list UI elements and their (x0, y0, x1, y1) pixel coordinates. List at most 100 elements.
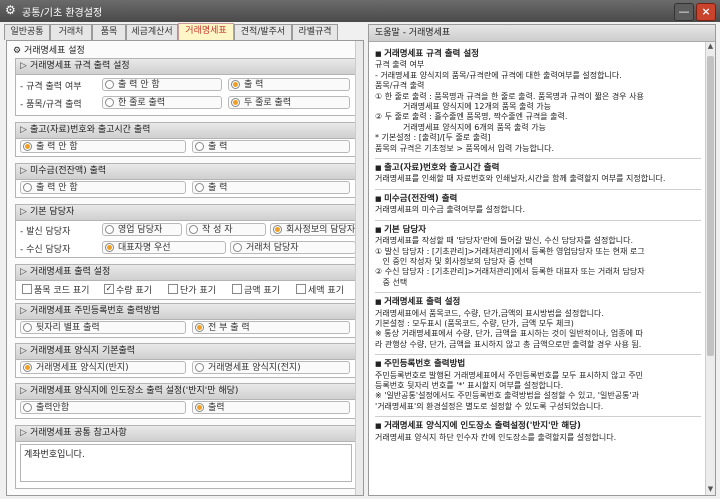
divider (375, 416, 701, 418)
radio-release-no-output[interactable]: 출 력 안 함 (20, 140, 186, 153)
radio-one-line[interactable]: 한 줄로 출력 (102, 96, 222, 109)
divider (375, 188, 701, 190)
section-header: ▷ 거래명세표 공통 참고사항 (16, 426, 360, 442)
radio-two-lines[interactable]: 두 줄로 출력 (228, 96, 350, 109)
section-header: ▷ 거래명세표 출력 설정 (16, 265, 360, 281)
help-section-title: 출고(자료)번호와 출고시간 출력 (375, 163, 701, 173)
section-header: ▷ 거래명세표 양식지에 인도장소 출력 설정('반지'만 해당) (16, 384, 360, 400)
minimize-button[interactable]: — (674, 3, 694, 21)
gear-icon: ⚙ (13, 46, 22, 56)
help-section-body: 규격 출력 여부 - 거래명세표 양식지의 품목/규격란에 규격에 대한 출력여… (375, 60, 644, 153)
option-label: - 발신 담당자 (20, 227, 71, 237)
option-row: 출 력 안 함 출 력 (16, 180, 360, 196)
tab-label-spec[interactable]: 라벨규격 (292, 24, 338, 40)
close-button[interactable]: × (696, 3, 716, 21)
section-header: ▷ 출고(자료)번호와 출고시간 출력 (16, 123, 360, 139)
tab-tax-invoice[interactable]: 세금계산서 (126, 24, 178, 40)
radio-unpaid-no-output[interactable]: 출 력 안 함 (20, 181, 186, 194)
triangle-icon: ▷ (20, 267, 27, 277)
option-row: - 발신 담당자 영업 담당자 작 성 자 회사정보의 담당자 (16, 222, 360, 238)
section-statement-output: ▷ 거래명세표 출력 설정 품목 코드 표기 ✓ 수량 표기 단가 표기 금액 표기… (15, 264, 361, 300)
section-delivery-place: ▷ 거래명세표 양식지에 인도장소 출력 설정('반지'만 해당) 출력안함 출력 (15, 383, 361, 419)
radio-spec-output[interactable]: 출 력 (228, 78, 350, 91)
section-default-manager: ▷ 기본 담당자 - 발신 담당자 영업 담당자 작 성 자 회사정보의 담당자 … (15, 204, 361, 258)
section-unpaid: ▷ 미수금(전잔액) 출력 출 력 안 함 출 력 (15, 163, 361, 198)
radio-delivery-output[interactable]: 출력 (192, 401, 350, 414)
radio-sales-manager[interactable]: 영업 담당자 (102, 223, 182, 236)
help-section-title: 주민등록번호 출력방법 (375, 359, 701, 369)
help-section-title: 거래명세표 출력 설정 (375, 297, 701, 307)
triangle-icon: ▷ (20, 306, 27, 316)
radio-delivery-no-output[interactable]: 출력안함 (20, 401, 186, 414)
triangle-icon: ▷ (20, 207, 27, 217)
radio-half-form[interactable]: 거래명세표 양식지(반지) (20, 361, 186, 374)
section-header: ▷ 거래명세표 규격 출력 설정 (16, 59, 360, 75)
left-scrollbar[interactable] (355, 41, 363, 495)
option-row: - 품목/규격 출력 한 줄로 출력 두 줄로 출력 (16, 95, 360, 111)
radio-company-manager[interactable]: 회사정보의 담당자 (270, 223, 356, 236)
title-bar: ⚙ 공통/기초 환경설정 — × (0, 0, 720, 22)
section-release-number: ▷ 출고(자료)번호와 출고시간 출력 출 력 안 함 출 력 (15, 122, 361, 157)
radio-unpaid-output[interactable]: 출 력 (192, 181, 350, 194)
checkbox-quantity[interactable]: ✓ 수량 표기 (104, 283, 152, 296)
section-header: ▷ 거래명세표 주민등록번호 출력방법 (16, 304, 360, 320)
radio-client-manager[interactable]: 거래처 담당자 (230, 241, 356, 254)
triangle-icon: ▷ (20, 125, 27, 135)
section-form-default: ▷ 거래명세표 양식지 기본출력 거래명세표 양식지(반지) 거래명세표 양식지(… (15, 343, 361, 378)
divider (375, 219, 701, 221)
triangle-icon: ▷ (20, 428, 27, 438)
triangle-icon: ▷ (20, 346, 27, 356)
tab-item[interactable]: 품목 (92, 24, 126, 40)
option-label: - 수신 담당자 (20, 245, 71, 255)
radio-representative-first[interactable]: 대표자명 우선 (102, 241, 226, 254)
radio-rrn-full[interactable]: 전 부 출 력 (192, 321, 350, 334)
section-header: ▷ 거래명세표 양식지 기본출력 (16, 344, 360, 360)
section-rrn: ▷ 거래명세표 주민등록번호 출력방법 뒷자리 별표 출력 전 부 출 력 (15, 303, 361, 338)
triangle-icon: ▷ (20, 61, 27, 71)
help-header: 도움말 - 거래명세표 (369, 25, 715, 42)
scroll-up-icon[interactable]: ▲ (706, 42, 715, 52)
radio-release-output[interactable]: 출 력 (192, 140, 350, 153)
tab-client[interactable]: 거래처 (50, 24, 92, 40)
settings-window: ⚙ 공통/기초 환경설정 — × 일반공통 거래처 품목 세금계산서 거래명세표… (0, 0, 720, 499)
triangle-icon: ▷ (20, 386, 27, 396)
checkbox-tax[interactable]: 세액 표기 (296, 283, 344, 296)
section-header: ▷ 기본 담당자 (16, 205, 360, 221)
checkbox-unit-price[interactable]: 단가 표기 (168, 283, 216, 296)
option-row: - 규격 출력 여부 출 력 안 함 출 력 (16, 77, 360, 93)
tab-general[interactable]: 일반공통 (4, 24, 50, 40)
help-section-body: 거래명세표에서 품목코드, 수량, 단가,금액의 표시방법을 설정합니다. 기본… (375, 308, 643, 349)
divider (375, 292, 701, 294)
scroll-down-icon[interactable]: ▼ (706, 485, 715, 495)
option-label: - 품목/규격 출력 (20, 100, 82, 110)
help-section-body: 주민등록번호로 발행된 거래명세표에서 주민등록번호를 모두 표시하지 않고 주… (375, 370, 644, 411)
radio-rrn-masked[interactable]: 뒷자리 별표 출력 (20, 321, 186, 334)
radio-full-form[interactable]: 거래명세표 양식지(전지) (192, 361, 350, 374)
tab-quote-order[interactable]: 견적/발주서 (234, 24, 292, 40)
option-label: - 규격 출력 여부 (20, 82, 82, 92)
option-row: 거래명세표 양식지(반지) 거래명세표 양식지(전지) (16, 360, 360, 376)
radio-spec-no-output[interactable]: 출 력 안 함 (102, 78, 222, 91)
help-section-title: 거래명세표 규격 출력 설정 (375, 49, 701, 59)
section-header: ▷ 미수금(전잔액) 출력 (16, 164, 360, 180)
option-row: 품목 코드 표기 ✓ 수량 표기 단가 표기 금액 표기 세액 표기 (16, 281, 360, 297)
scroll-thumb[interactable] (707, 56, 714, 356)
tab-statement[interactable]: 거래명세표 (178, 23, 234, 41)
help-scrollbar[interactable]: ▲ ▼ (705, 42, 715, 495)
checkbox-amount[interactable]: 금액 표기 (232, 283, 280, 296)
checkbox-item-code[interactable]: 품목 코드 표기 (22, 283, 89, 296)
help-section-title: 거래명세표 양식지에 인도장소 출력설정('반지'만 해당) (375, 421, 701, 431)
option-row: - 수신 담당자 대표자명 우선 거래처 담당자 (16, 240, 360, 256)
help-section-body: 거래명세표를 인쇄할 때 자료번호와 인쇄날자,시간을 함께 출력할지 여부를 … (375, 174, 666, 184)
panel-title: ⚙ 거래명세표 설정 (13, 46, 85, 56)
radio-writer[interactable]: 작 성 자 (186, 223, 266, 236)
divider (375, 158, 701, 160)
help-content: 거래명세표 규격 출력 설정 규격 출력 여부 - 거래명세표 양식지의 품목/… (375, 45, 701, 443)
help-panel: 도움말 - 거래명세표 거래명세표 규격 출력 설정 규격 출력 여부 - 거래… (368, 24, 716, 496)
option-row: 출 력 안 함 출 력 (16, 139, 360, 155)
help-section-body: 거래명세표의 미수금 출력여부를 설정합니다. (375, 205, 526, 215)
divider (375, 354, 701, 356)
option-row: 뒷자리 별표 출력 전 부 출 력 (16, 320, 360, 336)
window-title: 공통/기초 환경설정 (22, 8, 103, 19)
note-textarea[interactable]: 계좌번호입니다. (20, 444, 352, 482)
